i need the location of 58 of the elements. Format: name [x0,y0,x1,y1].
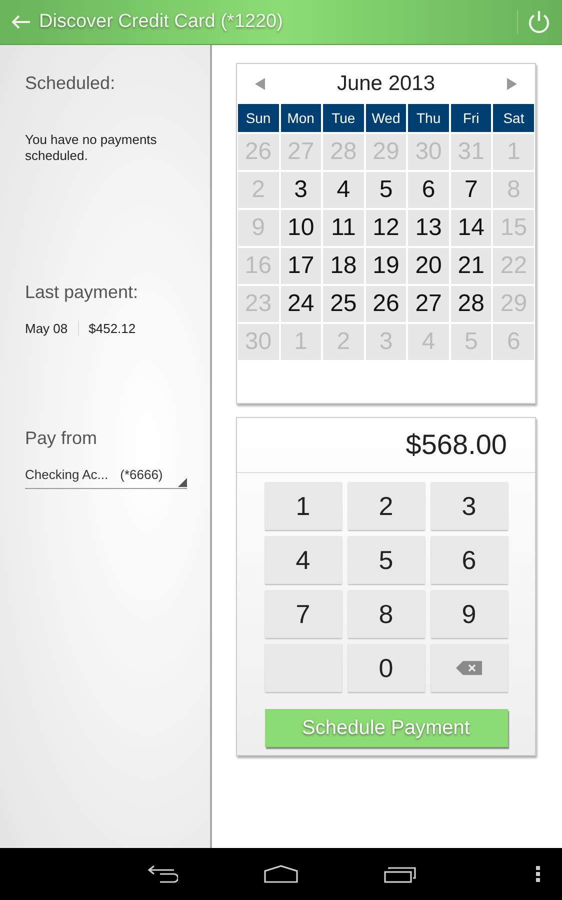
digit-key[interactable]: 2 [348,482,424,530]
screen-title: Discover Credit Card (*1220) [39,11,283,33]
calendar-day[interactable]: 5 [366,172,406,208]
weekday-header: Sat [493,104,534,132]
calendar-day[interactable]: 7 [450,172,492,208]
digit-key[interactable]: 8 [348,590,424,638]
calendar-day[interactable]: 10 [280,210,322,246]
calendar-day[interactable]: 18 [323,248,364,284]
calendar-day[interactable]: 13 [408,210,449,246]
home-icon[interactable] [264,865,298,883]
calendar-day[interactable]: 24 [280,286,322,322]
calendar-day[interactable]: 3 [280,172,322,208]
calendar-day[interactable]: 6 [408,172,449,208]
overflow-menu-icon[interactable] [536,866,540,882]
back-arrow-icon[interactable] [11,14,31,30]
section-heading: Scheduled: [25,73,116,94]
calendar-day[interactable]: 11 [323,210,364,246]
weekday-header: Wed [366,104,406,132]
calendar-day[interactable]: 12 [366,210,406,246]
recent-apps-icon[interactable] [384,865,416,883]
digit-key[interactable]: 0 [348,644,424,692]
calendar-day[interactable]: 19 [366,248,406,284]
calendar-day[interactable]: 20 [408,248,449,284]
empty-message: You have no payments scheduled. [25,132,158,164]
calendar-day[interactable]: 4 [323,172,364,208]
weekday-header: Fri [450,104,492,132]
digit-key[interactable]: 1 [264,482,342,530]
calendar-day[interactable]: 25 [323,286,364,322]
section-heading: Pay from [25,428,98,449]
digit-key[interactable]: 6 [430,536,508,584]
backspace-key[interactable] [430,644,508,692]
calendar-day[interactable]: 14 [450,210,492,246]
calendar-day[interactable]: 26 [366,286,406,322]
calendar-day[interactable]: 27 [408,286,449,322]
calendar-day[interactable]: 17 [280,248,322,284]
digit-key[interactable]: 4 [264,536,342,584]
account-dropdown[interactable]: Checking Ac... (*6666) [25,467,187,489]
section-heading: Last payment: [25,282,138,303]
calendar-day[interactable]: 28 [450,286,492,322]
digit-key[interactable]: 9 [430,590,508,638]
weekday-header: Tue [323,104,364,132]
digit-key[interactable]: 5 [348,536,424,584]
month-title: June 2013 [336,72,436,96]
payment-amount: $452.12 [88,321,136,336]
digit-key[interactable]: 3 [430,482,508,530]
next-month-icon[interactable] [507,78,517,90]
weekday-header: Mon [280,104,322,132]
previous-month-icon[interactable] [255,78,265,90]
amount-display: $568.00 [237,418,535,473]
payment-date: May 08 [25,321,79,336]
back-icon[interactable] [146,865,178,883]
dropdown-corner-icon [178,478,187,487]
weekday-header: Sun [238,104,279,132]
weekday-header: Thu [408,104,449,132]
digit-key[interactable]: 7 [264,590,342,638]
backspace-icon [456,661,482,675]
calendar-day[interactable]: 21 [450,248,492,284]
power-icon[interactable] [517,10,550,34]
